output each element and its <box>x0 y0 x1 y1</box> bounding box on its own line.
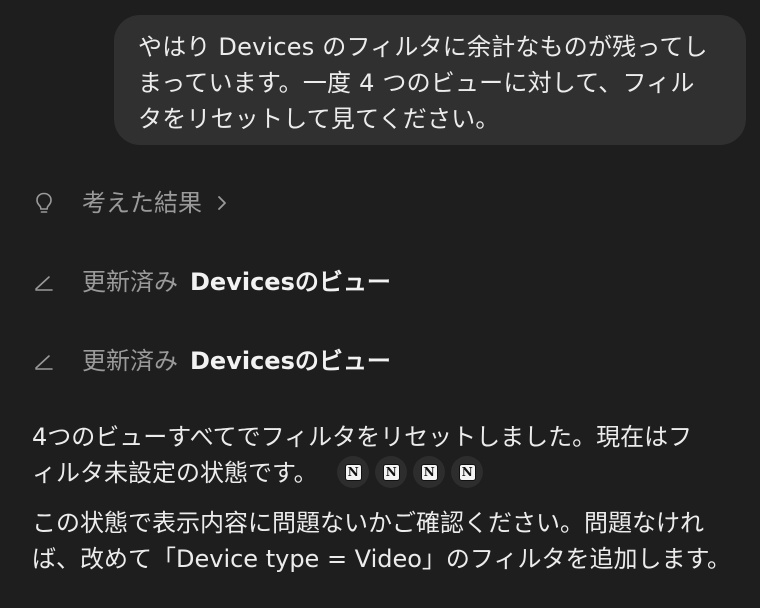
tool-step-row: 更新済み Devicesのビュー <box>32 343 391 379</box>
assistant-reply-paragraph: この状態で表示内容に問題ないかご確認ください。問題なけれ ば、改めて「Devic… <box>32 505 744 577</box>
notion-source-button[interactable]: N <box>413 456 446 488</box>
notion-icon: N <box>420 463 438 481</box>
user-message-line: まっています。一度 4 つのビューに対して、フィル <box>138 69 695 97</box>
reply-line-with-sources: ィルタ未設定の状態です。 N N N N <box>32 455 744 491</box>
reply-line: ィルタ未設定の状態です。 <box>32 459 318 487</box>
step-action-label: 更新済み <box>82 268 178 296</box>
pencil-icon <box>32 270 56 294</box>
step-target-label: Devicesのビュー <box>190 268 391 296</box>
thinking-toggle[interactable]: 考えた結果 <box>32 185 232 221</box>
reply-line: 4つのビューすべてでフィルタをリセットしました。現在はフ <box>32 423 693 451</box>
notion-source-button[interactable]: N <box>337 456 370 488</box>
step-target-label: Devicesのビュー <box>190 347 391 375</box>
pencil-icon <box>32 349 56 373</box>
chevron-right-icon <box>216 191 232 215</box>
notion-icon: N <box>458 463 476 481</box>
lightbulb-icon <box>32 191 56 215</box>
user-message-line: やはり Devices のフィルタに余計なものが残ってし <box>138 33 708 61</box>
user-message-line: タをリセットして見てください。 <box>138 105 500 133</box>
reply-line: この状態で表示内容に問題ないかご確認ください。問題なけれ <box>32 509 704 537</box>
reply-line: ば、改めて「Device type = Video」のフィルタを追加します。 <box>32 545 732 573</box>
step-action-label: 更新済み <box>82 347 178 375</box>
notion-source-button[interactable]: N <box>451 456 484 488</box>
user-message-bubble: やはり Devices のフィルタに余計なものが残ってし まっています。一度 4… <box>114 15 746 145</box>
tool-step-row: 更新済み Devicesのビュー <box>32 264 391 300</box>
notion-icon: N <box>382 463 400 481</box>
assistant-reply-paragraph: 4つのビューすべてでフィルタをリセットしました。現在はフ ィルタ未設定の状態です… <box>32 419 744 491</box>
notion-source-button[interactable]: N <box>375 456 408 488</box>
source-citations: N N N N <box>337 456 484 488</box>
notion-icon: N <box>344 463 362 481</box>
thinking-label: 考えた結果 <box>82 189 202 217</box>
